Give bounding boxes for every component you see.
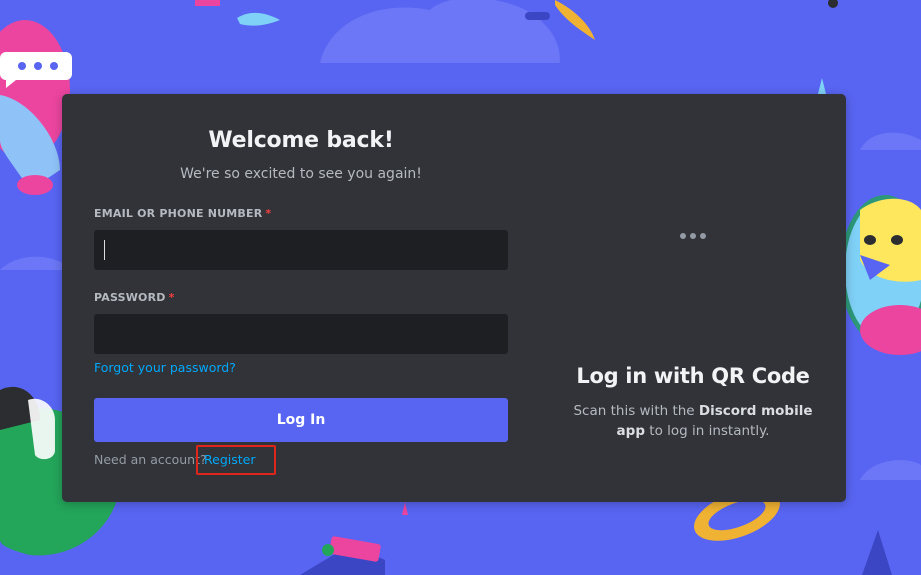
qr-title: Log in with QR Code — [576, 364, 810, 388]
page-title: Welcome back! — [208, 128, 394, 153]
qr-desc-suffix: to log in instantly. — [644, 423, 770, 439]
login-card: Welcome back! We're so excited to see yo… — [62, 94, 846, 502]
page-subtitle: We're so excited to see you again! — [180, 166, 422, 182]
text-caret — [104, 240, 105, 260]
login-button[interactable]: Log In — [94, 398, 508, 442]
forgot-password-link[interactable]: Forgot your password? — [94, 360, 236, 375]
need-account-text: Need an account? — [94, 452, 207, 467]
qr-desc-prefix: Scan this with the — [573, 403, 699, 419]
password-label: PASSWORD * — [94, 291, 175, 304]
email-label: EMAIL OR PHONE NUMBER * — [94, 207, 271, 220]
email-label-text: EMAIL OR PHONE NUMBER — [94, 207, 263, 220]
password-field[interactable] — [94, 314, 508, 354]
qr-description: Scan this with the Discord mobile app to… — [572, 401, 814, 441]
qr-loading-icon — [680, 233, 710, 241]
email-field[interactable] — [94, 230, 508, 270]
password-label-text: PASSWORD — [94, 291, 166, 304]
required-marker: * — [265, 207, 272, 220]
required-marker: * — [168, 291, 175, 304]
register-link[interactable]: Register — [204, 452, 255, 467]
